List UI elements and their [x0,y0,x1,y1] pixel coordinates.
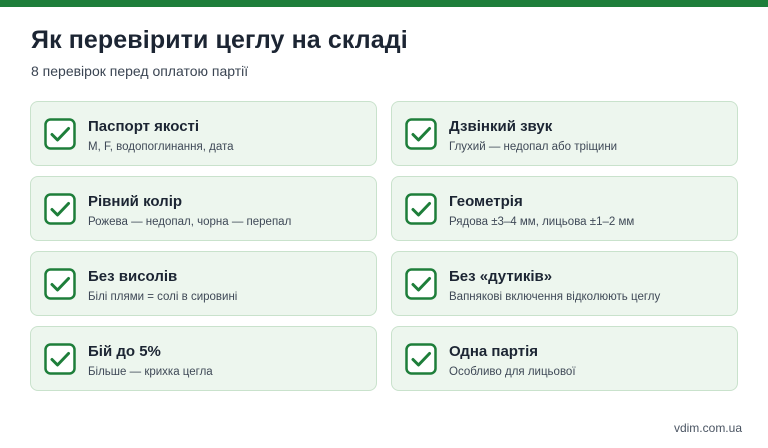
checkbox-checked-icon [405,193,437,225]
checkbox-checked-icon [44,193,76,225]
check-title: Паспорт якості [88,118,200,135]
checkbox-checked-icon [405,343,437,375]
check-title: Бій до 5% [88,343,161,360]
page-title: Як перевірити цеглу на складі [31,26,408,54]
checkbox-checked-icon [405,268,437,300]
check-title: Без «дутиків» [449,268,553,285]
page-subtitle: 8 перевірок перед оплатою партії [31,63,249,79]
check-title: Рівний колір [88,193,183,210]
check-description: М, F, водопоглинання, дата [88,141,234,153]
check-description: Рядова ±3–4 мм, лицьова ±1–2 мм [449,216,635,228]
check-title: Без висолів [88,268,178,285]
check-card: Без «дутиків» Вапнякові включення відкол… [391,251,738,316]
check-description: Білі плями = солі в сировині [88,291,238,303]
check-card: Паспорт якості М, F, водопоглинання, дат… [30,101,377,166]
check-card: Одна партія Особливо для лицьової [391,326,738,391]
check-description: Рожева — недопал, чорна — перепал [88,216,292,228]
check-title: Геометрія [449,193,523,210]
checkbox-checked-icon [44,343,76,375]
check-description: Глухий — недопал або тріщини [449,141,618,153]
check-title: Дзвінкий звук [449,118,553,135]
check-title: Одна партія [449,343,539,360]
check-description: Більше — крихка цегла [88,366,213,378]
check-card: Без висолів Білі плями = солі в сировині [30,251,377,316]
checkbox-checked-icon [44,268,76,300]
check-card: Рівний колір Рожева — недопал, чорна — п… [30,176,377,241]
checkbox-checked-icon [405,118,437,150]
check-card: Геометрія Рядова ±3–4 мм, лицьова ±1–2 м… [391,176,738,241]
checkbox-checked-icon [44,118,76,150]
check-card: Дзвінкий звук Глухий — недопал або тріщи… [391,101,738,166]
check-card: Бій до 5% Більше — крихка цегла [30,326,377,391]
check-description: Особливо для лицьової [449,366,576,378]
footer-site-link: vdim.com.ua [673,421,742,435]
check-description: Вапнякові включення відколюють цеглу [449,291,661,303]
top-accent-bar [0,0,768,7]
checklist-grid: Паспорт якості М, F, водопоглинання, дат… [30,101,738,391]
